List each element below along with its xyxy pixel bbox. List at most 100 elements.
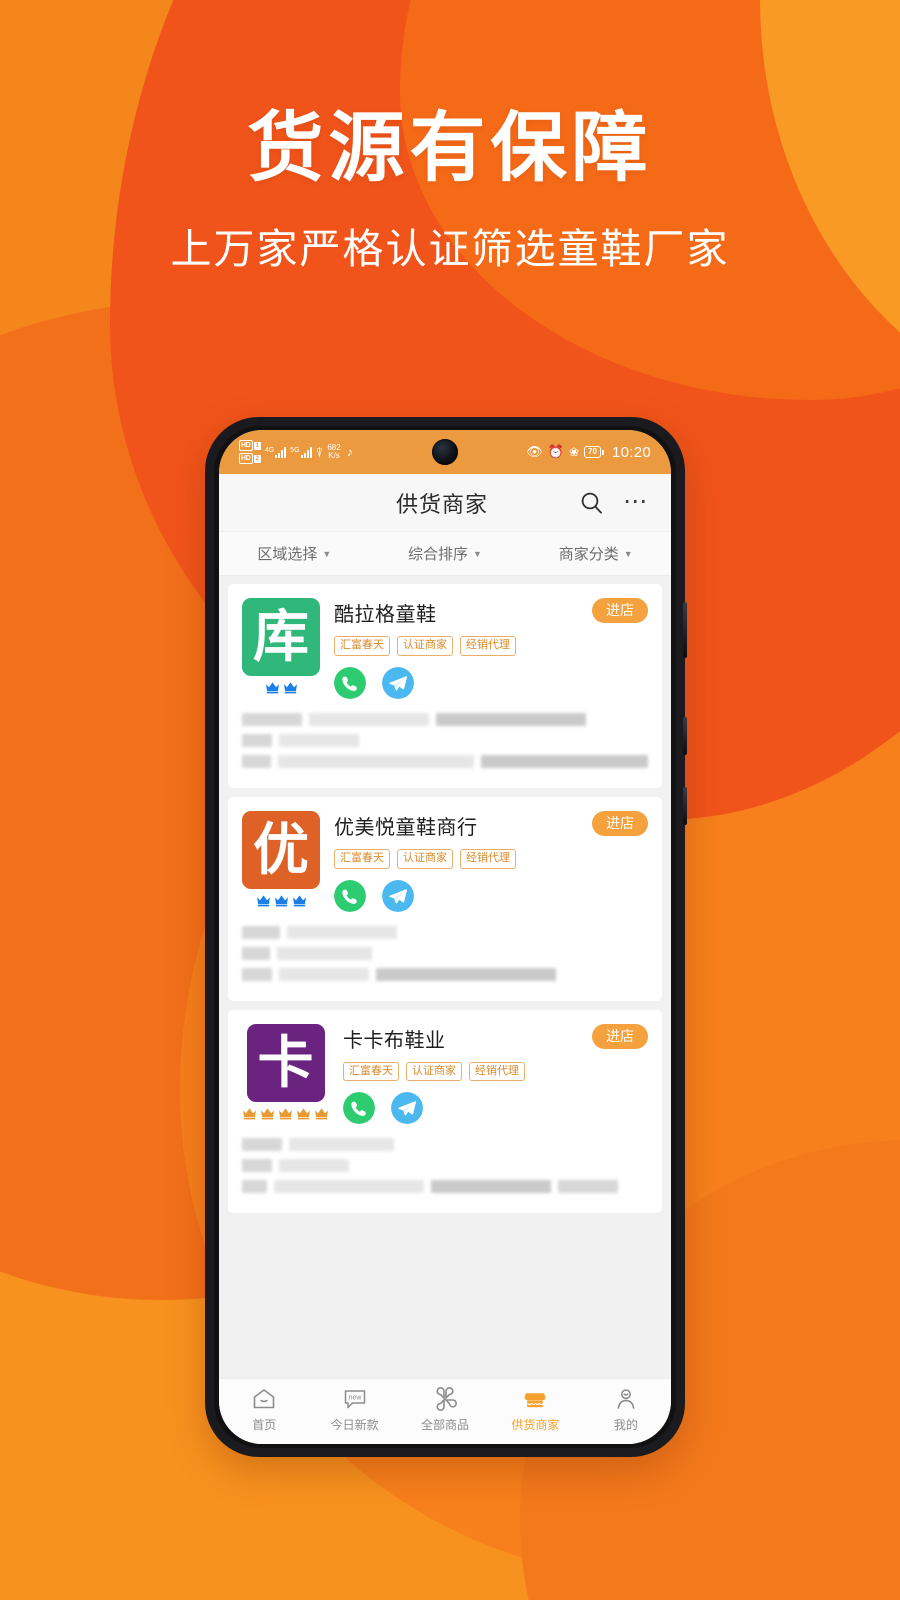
signal-bars-icon-sim2 [300,446,312,458]
signal-sim2: 5G [290,446,312,458]
eye-comfort-icon: 👁 [526,444,543,459]
phone-bezel: HD 1 HD 2 4G 5G ⍒ 682 K/s ♪ 👁 ⏰ ❀ 70 10:… [214,426,676,1448]
merchant-tag: 经销代理 [460,636,516,656]
merchant-rank-crowns [242,1107,329,1121]
merchant-tag: 汇富春天 [343,1061,399,1082]
network-generation-sim1: 4G [264,446,275,454]
chevron-down-icon: ▼ [473,548,482,559]
merchant-name-row: 卡卡布鞋业 进店 [343,1023,648,1053]
merchant-description-blurred [242,925,648,981]
avatar[interactable]: 卡 [246,1023,325,1102]
blurred-text-line [242,1138,648,1152]
enter-store-button[interactable]: 进店 [592,1023,648,1049]
signal-sim1: 4G [264,446,287,458]
blurred-text-segment [376,967,556,981]
blurred-text-line [242,967,648,981]
send-message-icon[interactable] [391,1092,423,1125]
merchant-name-row: 优美悦童鞋商行 进店 [334,810,648,840]
tab-label: 供货商家 [511,1418,560,1432]
blurred-text-segment [558,1180,618,1194]
tab-new-badge[interactable]: new 今日新款 [309,1386,399,1433]
filter-region[interactable]: 区域选择 ▼ [219,543,370,564]
blurred-text-segment [279,967,369,981]
blurred-text-segment [431,1180,551,1194]
app-header-actions: ⋯ [579,489,649,516]
tab-storefront[interactable]: 供货商家 [490,1386,580,1433]
avatar[interactable]: 优 [242,810,320,889]
enter-store-button[interactable]: 进店 [592,598,648,624]
merchant-tag: 认证商家 [406,1061,462,1082]
merchant-tag: 汇富春天 [334,848,390,869]
merchant-card-body: 卡卡布鞋业 进店 汇富春天 认证商家 经销代理 [329,1023,648,1125]
signal-bars-icon-sim1 [275,446,287,458]
volte-hd-indicators: HD 1 HD 2 [239,440,261,464]
tab-label: 我的 [613,1418,638,1432]
blurred-text-segment [287,925,397,939]
filter-bar: 区域选择 ▼ 综合排序 ▼ 商家分类 ▼ [219,532,671,576]
filter-sort[interactable]: 综合排序 ▼ [370,543,521,564]
chevron-down-icon: ▼ [322,548,332,559]
merchant-description-blurred [242,1138,648,1194]
merchant-contact-actions [334,879,648,912]
volte-hd-sim2: HD 2 [239,453,261,464]
send-message-icon[interactable] [382,879,414,912]
phone-call-icon[interactable] [334,879,366,912]
front-camera-punch-hole-icon [432,439,458,465]
phone-volume-up-button[interactable] [683,602,687,658]
merchant-card-header: 库酷拉格童鞋 进店 汇富春天 认证商家 经销代理 [242,598,648,699]
merchant-contact-actions [334,666,648,699]
search-icon[interactable] [579,490,605,516]
music-note-icon: ♪ [346,445,353,459]
page-title: 供货商家 [395,491,488,517]
merchant-card[interactable]: 卡卡卡布鞋业 进店 汇富春天 认证商家 经销代理 [228,1009,662,1214]
tab-home[interactable]: 首页 [219,1386,309,1433]
tab-label: 全部商品 [421,1418,470,1432]
tab-label: 首页 [252,1418,277,1432]
svg-text:new: new [348,1394,362,1401]
chevron-down-icon: ▼ [623,548,633,559]
blurred-text-segment [309,712,429,726]
merchant-tag: 认证商家 [397,636,453,656]
banner-subheadline: 上万家严格认证筛选童鞋厂家 [170,225,730,272]
crown-icon [261,1107,274,1119]
blurred-text-segment [242,925,280,939]
user-profile-icon [613,1386,639,1412]
crown-icon [283,682,297,694]
merchant-card[interactable]: 优优美悦童鞋商行 进店 汇富春天 认证商家 经销代理 [228,796,662,1001]
blurred-text-segment [242,712,302,726]
tab-grid-clover[interactable]: 全部商品 [400,1386,490,1433]
bluetooth-icon: ❀ [568,445,580,459]
blurred-text-line [242,1180,648,1194]
merchant-card[interactable]: 库酷拉格童鞋 进店 汇富春天 认证商家 经销代理 [228,584,662,788]
status-bar-clock: 10:20 [611,443,651,461]
crown-icon [265,682,279,694]
merchant-rank-crowns [256,894,307,908]
phone-call-icon[interactable] [334,666,366,699]
crown-icon [243,1107,256,1119]
tab-user-profile[interactable]: 我的 [581,1386,671,1433]
blurred-text-segment [242,967,272,981]
status-bar-left-cluster: HD 1 HD 2 4G 5G ⍒ 682 K/s ♪ [239,440,353,464]
volte-hd-sim1: HD 1 [239,440,261,451]
crown-icon [279,1107,292,1119]
merchant-list[interactable]: 库酷拉格童鞋 进店 汇富春天 认证商家 经销代理优优美悦童鞋商行 进店 汇富春天 认证商家 经销… [219,576,671,1378]
merchant-contact-actions [343,1092,648,1125]
blurred-text-line [242,733,648,747]
send-message-icon[interactable] [382,666,414,699]
blurred-text-segment [277,946,372,960]
filter-category[interactable]: 商家分类 ▼ [520,543,671,564]
merchant-name: 酷拉格童鞋 [334,604,437,626]
blurred-text-segment [481,754,648,768]
merchant-avatar-column: 库 [242,598,320,699]
avatar[interactable]: 库 [242,598,320,676]
phone-volume-down-button[interactable] [683,717,687,755]
phone-call-icon[interactable] [343,1092,375,1125]
merchant-name-row: 酷拉格童鞋 进店 [334,598,648,627]
more-horizontal-icon[interactable]: ⋯ [623,489,649,514]
blurred-text-segment [436,712,586,726]
merchant-rank-crowns [265,681,298,695]
enter-store-button[interactable]: 进店 [592,810,648,837]
phone-power-button[interactable] [683,787,687,825]
blurred-text-line [242,1159,648,1173]
bottom-tab-bar[interactable]: 首页 new 今日新款 全部商品 供货商家 我的 [219,1378,671,1444]
